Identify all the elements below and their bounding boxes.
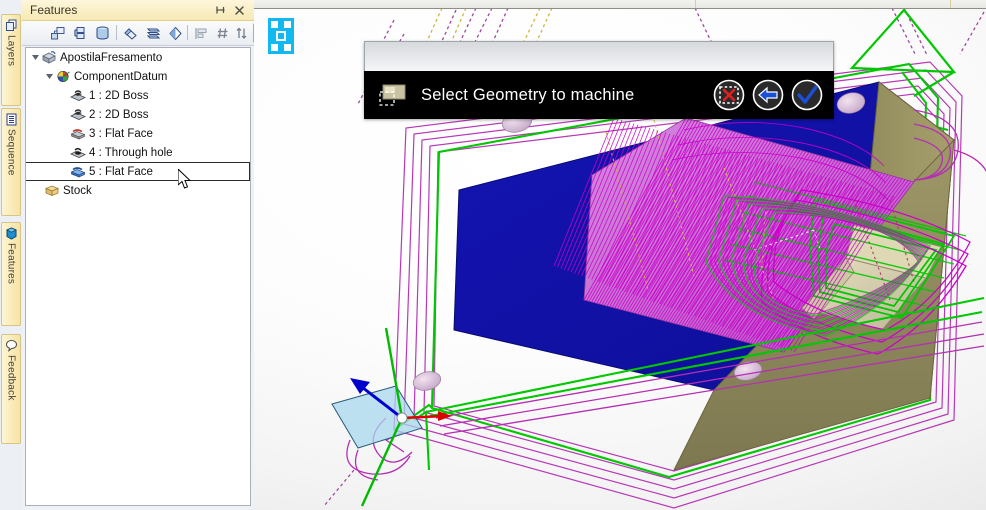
features-panel-header: Features: [22, 0, 254, 21]
tree-node-feature-4[interactable]: 4 : Through hole: [26, 143, 250, 162]
datum-icon: [55, 69, 71, 84]
selection-handle-icon[interactable]: [268, 18, 294, 59]
vtab-sequence-label: Sequence: [5, 129, 17, 176]
tree-node-feature-3[interactable]: 3 : Flat Face: [26, 124, 250, 143]
twisty-expanded-icon[interactable]: [44, 67, 55, 86]
check-geometry-icon[interactable]: [121, 23, 142, 43]
features-tree[interactable]: ApostilaFresamento ComponentDatum 1: 2D…: [25, 47, 251, 506]
command-prompt-row: Select Geometry to machine: [364, 71, 834, 119]
command-dialog-bar: Select Geometry to machine: [364, 41, 834, 119]
sort-features-icon[interactable]: [231, 23, 252, 43]
strip-tick: [950, 0, 951, 8]
vtab-features-label: Features: [5, 243, 17, 285]
tree-node-label: 1 : 2D Boss: [89, 89, 149, 102]
select-geometry-icon: [379, 83, 409, 107]
vtab-features[interactable]: Features: [1, 222, 21, 326]
mirror-feature-icon[interactable]: [165, 23, 186, 43]
vtab-sequence[interactable]: Sequence: [1, 108, 21, 216]
align-feature-icon[interactable]: [191, 23, 212, 43]
cam-application-window: Layers Sequence Features Feedback Featur…: [0, 0, 986, 510]
command-dialog-titlebar[interactable]: [364, 41, 834, 71]
flatface-blue-icon: [70, 164, 86, 179]
tree-node-part[interactable]: ApostilaFresamento: [26, 48, 250, 67]
boss-icon: [70, 88, 86, 103]
close-icon[interactable]: [232, 3, 247, 18]
delete-feature-icon[interactable]: [92, 23, 113, 43]
layers-icon: [5, 19, 18, 32]
tree-node-label: ComponentDatum: [74, 70, 168, 83]
tree-node-label: 5 : Flat Face: [89, 165, 153, 178]
separator-2: [187, 25, 188, 40]
pin-icon[interactable]: [213, 3, 228, 18]
back-button[interactable]: [752, 79, 784, 111]
stock-icon: [44, 183, 60, 198]
deselect-all-button[interactable]: [713, 79, 745, 111]
features-panel: Features ApostilaFresamento ComponentDat…: [22, 0, 274, 510]
vtab-feedback-label: Feedback: [5, 355, 17, 401]
tree-node-feature-2[interactable]: 2 : 2D Boss: [26, 105, 250, 124]
features-icon: [5, 227, 18, 240]
panel-title: Features: [30, 3, 78, 17]
strip-tick: [695, 0, 696, 8]
sequence-icon: [5, 113, 18, 126]
create-feature-icon[interactable]: [48, 23, 69, 43]
vtab-layers[interactable]: Layers: [1, 14, 21, 106]
tree-node-label: 3 : Flat Face: [89, 127, 153, 140]
vtab-feedback[interactable]: Feedback: [1, 334, 21, 444]
feedback-icon: [5, 339, 18, 352]
command-buttons: [713, 79, 823, 111]
command-prompt-text: Select Geometry to machine: [421, 85, 635, 104]
twisty-expanded-icon[interactable]: [30, 48, 41, 67]
features-toolbar: [22, 21, 274, 46]
hole-icon: [70, 145, 86, 160]
boss-icon: [70, 107, 86, 122]
separator-1: [116, 25, 117, 40]
window-top-strip: [254, 0, 986, 9]
left-dock-tabstrip: Layers Sequence Features Feedback: [0, 0, 23, 510]
tree-node-feature-1[interactable]: 1 : 2D Boss: [26, 86, 250, 105]
edit-feature-icon[interactable]: [70, 23, 91, 43]
tree-node-feature-5-selected[interactable]: 5 : Flat Face: [26, 162, 250, 181]
tree-node-stock[interactable]: Stock: [26, 181, 250, 200]
tree-node-label: 2 : 2D Boss: [89, 108, 149, 121]
tree-node-label: ApostilaFresamento: [60, 51, 163, 64]
feature-list-icon[interactable]: [143, 23, 164, 43]
tree-node-label: Stock: [63, 184, 92, 197]
tree-node-datum[interactable]: ComponentDatum: [26, 67, 250, 86]
accept-button[interactable]: [791, 79, 823, 111]
flatface-icon: [70, 126, 86, 141]
part-icon: [41, 50, 57, 65]
vtab-layers-label: Layers: [5, 35, 17, 67]
tree-node-label: 4 : Through hole: [89, 146, 173, 159]
